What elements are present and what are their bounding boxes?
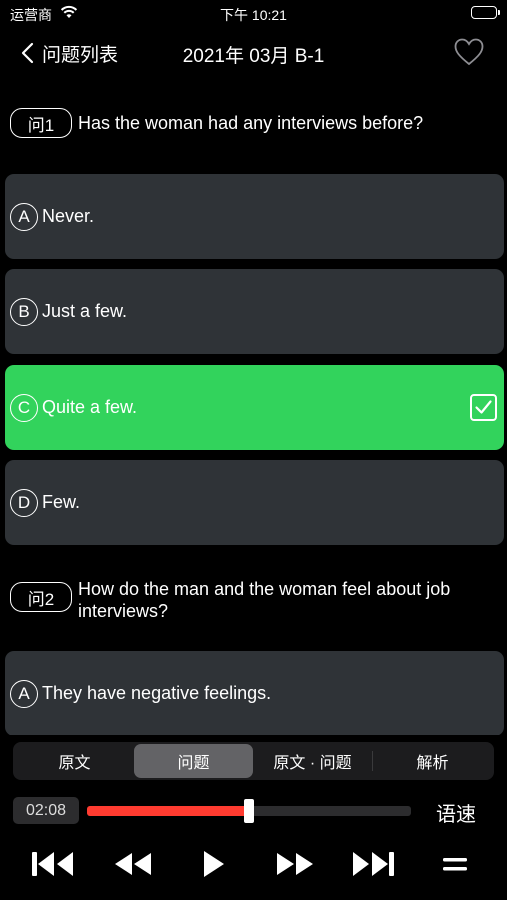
battery-icon	[471, 6, 500, 19]
page-title: 2021年 03月 B-1	[182, 46, 325, 67]
option-a[interactable]: A They have negative feelings.	[5, 651, 504, 735]
skip-previous-icon	[32, 852, 73, 876]
question-text: How do the man and the woman feel about …	[78, 579, 451, 621]
option-a[interactable]: A Never.	[5, 174, 504, 259]
skip-previous-button[interactable]	[30, 846, 76, 882]
option-c[interactable]: C Quite a few.	[5, 365, 504, 450]
rewind-icon	[115, 853, 151, 875]
option-text: Just a few.	[42, 301, 128, 321]
skip-next-icon	[353, 852, 394, 876]
question-list: 问1 Has the woman had any interviews befo…	[0, 100, 507, 735]
rewind-button[interactable]	[112, 846, 154, 882]
play-button[interactable]	[198, 846, 228, 882]
menu-button[interactable]	[440, 846, 470, 882]
status-time: 下午 10:21	[220, 7, 287, 23]
status-bar: 运营商 下午 10:21	[0, 0, 507, 28]
current-time: 02:08	[13, 797, 79, 824]
play-icon	[204, 851, 224, 877]
option-text: Few.	[42, 492, 81, 512]
speed-button[interactable]: 语速	[436, 798, 476, 827]
option-b[interactable]: B Just a few.	[5, 269, 504, 354]
tab-transcript[interactable]: 原文	[15, 744, 134, 778]
question-number-badge: 问2	[10, 582, 72, 612]
tab-questions[interactable]: 问题	[134, 744, 253, 778]
question-number-badge: 问1	[10, 108, 72, 138]
option-text: Never.	[42, 206, 95, 226]
question-header: 问2 How do the man and the woman feel abo…	[10, 574, 478, 622]
option-letter: A	[10, 202, 38, 231]
option-letter: B	[10, 297, 38, 326]
option-text: They have negative feelings.	[42, 683, 272, 703]
option-letter: A	[10, 679, 38, 708]
fast-forward-icon	[277, 853, 313, 875]
option-text: Quite a few.	[42, 397, 138, 417]
nav-bar: 问题列表 2021年 03月 B-1	[0, 30, 507, 76]
skip-next-button[interactable]	[350, 846, 396, 882]
question-text: Has the woman had any interviews before?	[78, 113, 424, 133]
heart-icon[interactable]	[453, 36, 485, 68]
option-d[interactable]: D Few.	[5, 460, 504, 545]
question-header: 问1 Has the woman had any interviews befo…	[10, 108, 478, 138]
progress-fill	[87, 806, 249, 816]
progress-slider[interactable]	[87, 799, 411, 823]
playback-controls	[0, 846, 507, 882]
menu-icon	[443, 858, 467, 871]
tab-transcript-questions[interactable]: 原文 · 问题	[253, 744, 372, 778]
option-letter: D	[10, 488, 38, 517]
fast-forward-button[interactable]	[274, 846, 316, 882]
view-mode-tabs: 原文 问题 原文 · 问题 解析	[13, 742, 494, 780]
option-letter: C	[10, 393, 38, 422]
tab-analysis[interactable]: 解析	[373, 744, 492, 778]
progress-thumb[interactable]	[244, 799, 254, 823]
checkbox-checked-icon	[470, 394, 497, 421]
